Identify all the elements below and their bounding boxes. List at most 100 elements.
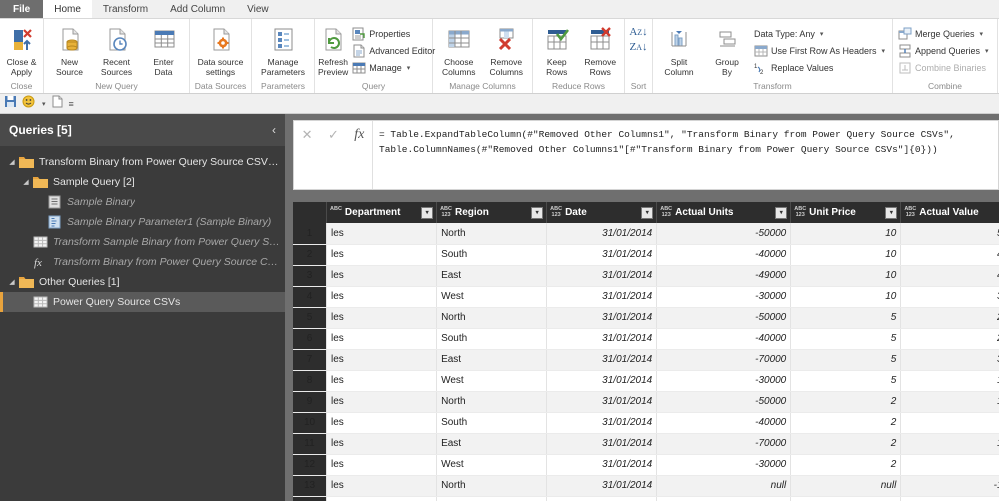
manage-caret-icon[interactable]: ▾: [407, 64, 411, 72]
close-and-apply-button[interactable]: Close & Apply: [2, 23, 41, 77]
merge-queries-caret-icon[interactable]: ▾: [980, 30, 984, 38]
table-cell[interactable]: East: [436, 433, 548, 455]
table-cell[interactable]: West: [436, 286, 548, 308]
query-list-item[interactable]: ◢ Sample Query [2]: [0, 172, 285, 192]
smiley-icon[interactable]: [22, 95, 35, 113]
enter-data-button[interactable]: Enter Data: [140, 23, 187, 77]
table-cell[interactable]: -40000: [656, 328, 792, 350]
table-cell[interactable]: null: [790, 496, 902, 501]
column-header[interactable]: ABC 123 Region ▾: [436, 202, 548, 223]
manage-button[interactable]: Manage ▾: [349, 59, 438, 76]
table-row[interactable]: 9lesNorth31/01/2014-50000210000096000Bud…: [293, 391, 999, 413]
choose-columns-button[interactable]: Choose Columns: [435, 23, 483, 77]
column-header[interactable]: ABC Department ▾: [326, 202, 438, 223]
table-cell[interactable]: 31/01/2014: [546, 349, 658, 371]
query-list-item[interactable]: Sample Binary: [0, 192, 285, 212]
table-cell[interactable]: -30000: [656, 454, 792, 476]
table-cell[interactable]: South: [436, 244, 548, 266]
table-row[interactable]: 7lesEast31/01/2014-700005350000367500Sta…: [293, 349, 999, 371]
data-type-button[interactable]: Data Type: Any ▾: [751, 25, 888, 42]
properties-button[interactable]: Properties: [349, 25, 438, 42]
column-header[interactable]: ABC 123 Date ▾: [546, 202, 658, 223]
table-cell[interactable]: -40000: [656, 244, 792, 266]
table-cell[interactable]: -70000: [656, 349, 792, 371]
table-row[interactable]: 1lesNorth31/01/2014-5000010500000515000P…: [293, 223, 999, 245]
table-cell[interactable]: 5: [790, 370, 902, 392]
table-cell[interactable]: South: [436, 496, 548, 501]
table-cell[interactable]: 140000: [900, 433, 999, 455]
table-cell[interactable]: 150000: [900, 370, 999, 392]
table-cell[interactable]: les: [326, 265, 438, 287]
table-cell[interactable]: South: [436, 328, 548, 350]
tab-transform[interactable]: Transform: [92, 0, 159, 18]
table-cell[interactable]: -30000: [656, 286, 792, 308]
table-cell[interactable]: 31/01/2014: [546, 475, 658, 497]
table-cell[interactable]: 500000: [900, 223, 999, 245]
more-icon[interactable]: ≡: [69, 99, 74, 109]
query-list-item[interactable]: Transform Sample Binary from Power Query…: [0, 232, 285, 252]
merge-queries-button[interactable]: Merge Queries ▾: [895, 25, 992, 42]
table-row[interactable]: 11lesEast31/01/2014-700002140000156800Bu…: [293, 433, 999, 455]
table-row[interactable]: 12lesWest31/01/2014-3000026000068400Budg: [293, 454, 999, 476]
table-cell[interactable]: 80000: [900, 412, 999, 434]
table-cell[interactable]: North: [436, 475, 548, 497]
table-cell[interactable]: 5: [790, 349, 902, 371]
advanced-editor-button[interactable]: Advanced Editor: [349, 42, 438, 59]
query-list-item[interactable]: Sample Binary Parameter1 (Sample Binary): [0, 212, 285, 232]
tab-view[interactable]: View: [236, 0, 280, 18]
table-row[interactable]: 5lesNorth31/01/2014-500005250000292500St…: [293, 307, 999, 329]
table-cell[interactable]: -49000: [656, 265, 792, 287]
keep-rows-button[interactable]: Keep Rows: [535, 23, 579, 77]
refresh-preview-button[interactable]: Refresh Preview: [317, 23, 349, 77]
table-cell[interactable]: 300000: [900, 286, 999, 308]
table-cell[interactable]: North: [436, 307, 548, 329]
table-cell[interactable]: North: [436, 391, 548, 413]
table-row[interactable]: 3lesEast31/01/2014-4900010490000441000Pr…: [293, 265, 999, 287]
table-row[interactable]: 14lesSouth31/01/2014nullnull-80000-68800…: [293, 496, 999, 501]
table-row[interactable]: 10lesSouth31/01/2014-4000028000069600Bud…: [293, 412, 999, 434]
table-row[interactable]: 6lesSouth31/01/2014-400005200000166000St…: [293, 328, 999, 350]
table-cell[interactable]: 31/01/2014: [546, 454, 658, 476]
column-filter-button[interactable]: ▾: [421, 206, 434, 219]
table-cell[interactable]: 490000: [900, 265, 999, 287]
table-cell[interactable]: 31/01/2014: [546, 244, 658, 266]
table-cell[interactable]: 31/01/2014: [546, 496, 658, 501]
tab-home[interactable]: Home: [43, 0, 92, 18]
table-cell[interactable]: -70000: [656, 433, 792, 455]
table-cell[interactable]: 31/01/2014: [546, 265, 658, 287]
data-preview-grid[interactable]: ABC Department ▾ ABC 123 Region ▾ ABC 123 Date ▾ A…: [293, 202, 999, 501]
table-cell[interactable]: -100000: [900, 475, 999, 497]
table-cell[interactable]: East: [436, 265, 548, 287]
query-list-item[interactable]: fx Transform Binary from Power Query Sour…: [0, 252, 285, 272]
table-cell[interactable]: 5: [790, 307, 902, 329]
table-cell[interactable]: 350000: [900, 349, 999, 371]
formula-accept-icon[interactable]: ✓: [328, 127, 339, 143]
expand-arrow-icon[interactable]: ◢: [20, 178, 32, 186]
query-list-item[interactable]: Power Query Source CSVs: [0, 292, 285, 312]
sort-ascending-button[interactable]: AZ↓: [629, 25, 647, 40]
table-cell[interactable]: 2: [790, 412, 902, 434]
table-cell[interactable]: les: [326, 454, 438, 476]
table-row[interactable]: 4lesWest31/01/2014-3000010300000327000Pr…: [293, 286, 999, 308]
table-cell[interactable]: -40000: [656, 412, 792, 434]
table-cell[interactable]: North: [436, 223, 548, 245]
replace-values-button[interactable]: 1 2 Replace Values: [751, 59, 888, 76]
tab-add-column[interactable]: Add Column: [159, 0, 236, 18]
smiley-caret-icon[interactable]: ▾: [42, 100, 46, 108]
table-cell[interactable]: 10: [790, 265, 902, 287]
manage-parameters-button[interactable]: Manage Parameters: [254, 23, 312, 77]
table-cell[interactable]: 5: [790, 328, 902, 350]
remove-columns-button[interactable]: Remove Columns: [483, 23, 531, 77]
table-cell[interactable]: 2: [790, 433, 902, 455]
new-source-button[interactable]: New Source: [46, 23, 93, 77]
expand-arrow-icon[interactable]: ◢: [6, 158, 18, 166]
column-header[interactable]: ABC123Actual Value▾: [900, 202, 999, 223]
table-cell[interactable]: les: [326, 475, 438, 497]
column-filter-button[interactable]: ▾: [885, 206, 898, 219]
table-cell[interactable]: 31/01/2014: [546, 412, 658, 434]
sort-descending-button[interactable]: ZA↓: [629, 40, 647, 55]
table-cell[interactable]: les: [326, 412, 438, 434]
table-cell[interactable]: 10: [790, 223, 902, 245]
table-cell[interactable]: null: [656, 496, 792, 501]
table-cell[interactable]: 31/01/2014: [546, 328, 658, 350]
